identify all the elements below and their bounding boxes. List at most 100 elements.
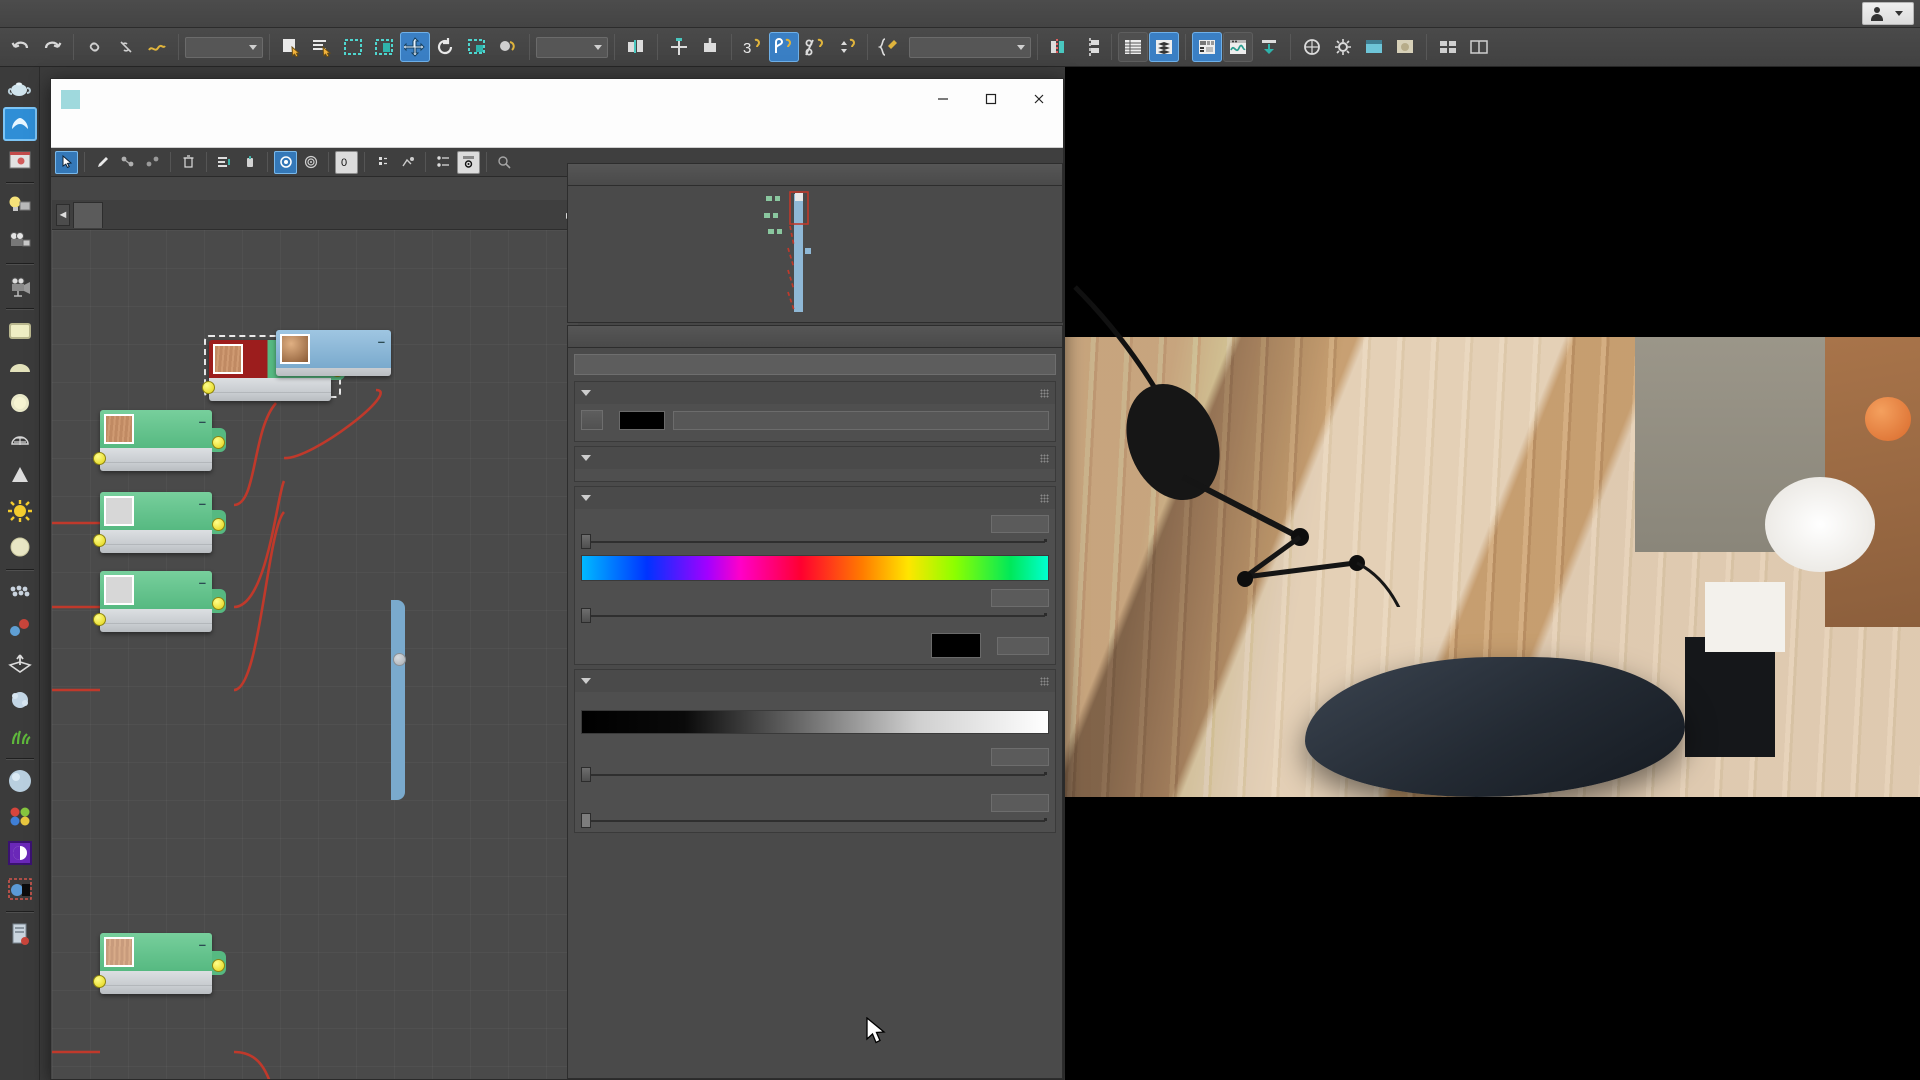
- sphere-icon[interactable]: [3, 530, 37, 564]
- node-collapse-icon[interactable]: –: [199, 575, 208, 590]
- sign-in-button[interactable]: [1862, 2, 1914, 25]
- node-veneer-colorcorrect[interactable]: –: [100, 492, 212, 553]
- render-frame-window-icon[interactable]: [1359, 32, 1389, 62]
- schematic-view-icon[interactable]: [1254, 32, 1284, 62]
- cone-icon[interactable]: [3, 458, 37, 492]
- pick-material-icon[interactable]: [91, 151, 114, 174]
- named-selection-set-combo[interactable]: [909, 37, 1031, 58]
- teapot-icon[interactable]: [3, 71, 37, 105]
- select-and-manipulate-icon[interactable]: [664, 32, 694, 62]
- slider-handle[interactable]: [581, 608, 591, 623]
- matte-object-icon[interactable]: [3, 872, 37, 906]
- material-editor-icon[interactable]: [1297, 32, 1327, 62]
- node-output-port[interactable]: [212, 597, 225, 610]
- map-color-swatch[interactable]: [619, 411, 665, 430]
- hue-tint-swatch[interactable]: [931, 633, 981, 658]
- hue-shift-value[interactable]: [991, 515, 1049, 533]
- select-and-rotate-icon[interactable]: [431, 32, 461, 62]
- particle-icon[interactable]: [3, 575, 37, 609]
- viewport[interactable]: [1065, 67, 1920, 1080]
- put-to-library-icon[interactable]: [457, 151, 480, 174]
- maximize-icon[interactable]: [967, 79, 1015, 119]
- node-collapse-icon[interactable]: –: [199, 496, 208, 511]
- render-production-icon[interactable]: [1390, 32, 1420, 62]
- selection-filter-combo[interactable]: [185, 37, 263, 58]
- node-input-port[interactable]: [93, 613, 106, 626]
- node-header[interactable]: –: [100, 492, 212, 530]
- strength-value[interactable]: [997, 637, 1049, 655]
- node-slot[interactable]: [100, 971, 212, 986]
- standard-primitives-icon[interactable]: [3, 107, 37, 141]
- layer-explorer-icon[interactable]: [1118, 32, 1148, 62]
- node-output-port[interactable]: [212, 436, 225, 449]
- assign-material-icon[interactable]: [371, 151, 394, 174]
- edit-named-selection-icon[interactable]: [874, 32, 904, 62]
- cameras-icon[interactable]: [3, 224, 37, 258]
- node-output-port[interactable]: [212, 518, 225, 531]
- slider-handle[interactable]: [581, 813, 591, 828]
- color-swatches-icon[interactable]: [3, 800, 37, 834]
- vray-material-icon[interactable]: [3, 836, 37, 870]
- reference-coordinate-combo[interactable]: [536, 37, 608, 58]
- rollout-header[interactable]: [575, 670, 1055, 692]
- node-input-port[interactable]: [93, 452, 106, 465]
- contrast-value[interactable]: [991, 794, 1049, 812]
- ribbon-icon[interactable]: [1192, 32, 1222, 62]
- render-settings-icon[interactable]: [3, 917, 37, 951]
- curve-editor-icon[interactable]: [1223, 32, 1253, 62]
- bind-space-warp-icon[interactable]: [142, 32, 172, 62]
- shapes-icon[interactable]: [3, 143, 37, 177]
- link-icon[interactable]: [80, 32, 110, 62]
- slider-handle[interactable]: [581, 767, 591, 782]
- spinner-snap-icon[interactable]: [831, 32, 861, 62]
- helpers-icon[interactable]: [3, 269, 37, 303]
- make-unique-icon[interactable]: [432, 151, 455, 174]
- saturation-value[interactable]: [991, 589, 1049, 607]
- select-by-name-icon[interactable]: [307, 32, 337, 62]
- map-value-field[interactable]: [673, 411, 1049, 430]
- snaps-toggle-icon[interactable]: [695, 32, 725, 62]
- select-tool-icon[interactable]: [55, 151, 78, 174]
- brightness-slider[interactable]: [581, 768, 1049, 780]
- scene-explorer-icon[interactable]: [1149, 32, 1179, 62]
- node-output-port[interactable]: [393, 653, 406, 666]
- material-sphere-icon[interactable]: [3, 764, 37, 798]
- saturation-slider[interactable]: [581, 609, 1049, 621]
- rectangular-selection-icon[interactable]: [338, 32, 368, 62]
- show-map-in-viewport-icon[interactable]: 0: [335, 151, 358, 174]
- sun-icon[interactable]: [3, 494, 37, 528]
- node-header[interactable]: –: [100, 933, 212, 971]
- hide-unused-nodeslots-icon[interactable]: [141, 151, 164, 174]
- scroll-tabs-left-icon[interactable]: ◄: [56, 204, 70, 226]
- move-children-icon[interactable]: [116, 151, 139, 174]
- layout-children-icon[interactable]: [213, 151, 236, 174]
- node-header[interactable]: –: [100, 410, 212, 448]
- blob-mesh-icon[interactable]: [3, 683, 37, 717]
- align-icon[interactable]: [1075, 32, 1105, 62]
- node-header[interactable]: –: [100, 571, 212, 609]
- node-canvas[interactable]: – –: [52, 230, 578, 1079]
- layout-split-icon[interactable]: [1464, 32, 1494, 62]
- node-collapse-icon[interactable]: –: [378, 334, 387, 349]
- rollout-header[interactable]: [575, 447, 1055, 469]
- select-and-place-icon[interactable]: [493, 32, 523, 62]
- close-icon[interactable]: [1015, 79, 1063, 119]
- node-slot[interactable]: [100, 448, 212, 463]
- node-slot[interactable]: [209, 378, 331, 393]
- plane-primitive-icon[interactable]: [3, 314, 37, 348]
- brightness-value[interactable]: [991, 748, 1049, 766]
- delete-icon[interactable]: [177, 151, 200, 174]
- angle-snap-icon[interactable]: [769, 32, 799, 62]
- lights-icon[interactable]: [3, 188, 37, 222]
- use-pivot-center-icon[interactable]: [621, 32, 651, 62]
- grass-icon[interactable]: [3, 719, 37, 753]
- node-veneer-vraymtl[interactable]: –: [276, 330, 391, 376]
- node-collapse-icon[interactable]: –: [199, 937, 208, 952]
- material-name-field[interactable]: [574, 354, 1056, 375]
- dome-primitive-icon[interactable]: [3, 350, 37, 384]
- snap-3d-icon[interactable]: 3: [738, 32, 768, 62]
- node-input-port[interactable]: [202, 381, 215, 394]
- node-input-port[interactable]: [93, 975, 106, 988]
- unlink-icon[interactable]: [111, 32, 141, 62]
- rollout-header[interactable]: [575, 382, 1055, 404]
